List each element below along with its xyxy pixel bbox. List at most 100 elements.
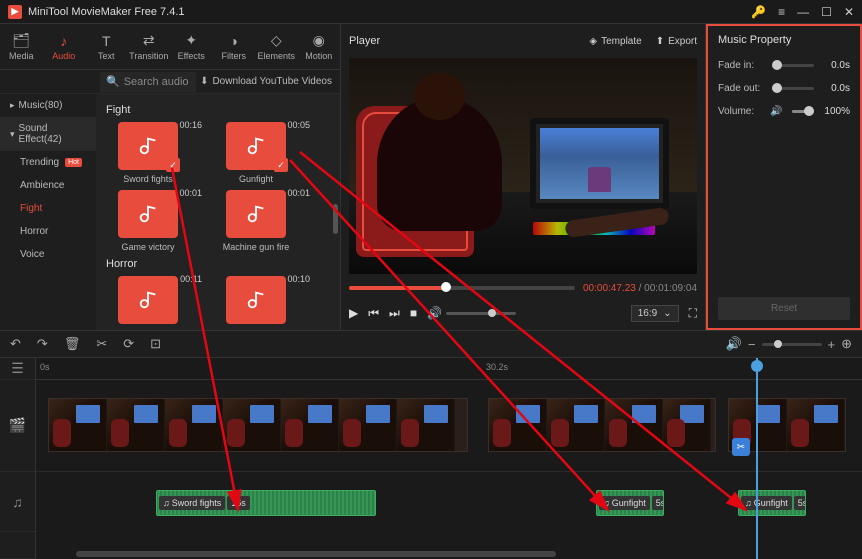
audio-clip[interactable]: ♫Gunfight5s (738, 490, 806, 516)
delete-button[interactable]: 🗑 (64, 336, 81, 352)
template-icon: ◈ (589, 36, 597, 47)
audio-card[interactable]: 00:11 (104, 276, 192, 328)
video-track-icon: 🎬 (0, 380, 35, 472)
export-button[interactable]: ⬆Export (656, 36, 697, 47)
download-youtube-link[interactable]: ⬇ Download YouTube Videos (200, 76, 340, 87)
app-title: MiniTool MovieMaker Free 7.4.1 (28, 6, 185, 18)
next-frame-button[interactable]: ⏭ (389, 306, 400, 321)
music-note-icon: ♫ (745, 498, 752, 508)
audio-thumb[interactable]: 00:10 (226, 276, 286, 324)
audio-card[interactable]: 00:01 Game victory (104, 190, 192, 252)
audio-card[interactable]: 00:10 (212, 276, 300, 328)
music-property-title: Music Property (718, 34, 850, 46)
audio-thumb[interactable]: 00:01 (118, 190, 178, 238)
volume-prop-slider[interactable] (792, 110, 814, 113)
zoom-out-button[interactable]: − (748, 337, 756, 352)
effects-icon: ✦ (185, 32, 197, 49)
zoom-fit-button[interactable]: ⊕ (841, 336, 852, 352)
lib-tab-effects[interactable]: ✦Effects (170, 24, 213, 69)
play-button[interactable]: ▶ (349, 306, 358, 320)
template-button[interactable]: ◈Template (589, 36, 641, 47)
video-clip[interactable]: 🔊 (488, 398, 716, 452)
audio-thumb[interactable]: 00:01 (226, 190, 286, 238)
reset-button[interactable]: Reset (718, 297, 850, 320)
undo-button[interactable]: ↶ (10, 336, 21, 352)
audio-thumb[interactable]: 00:16 ✓ (118, 122, 178, 170)
fade-out-slider[interactable] (772, 87, 814, 90)
fade-in-slider[interactable] (772, 64, 814, 67)
media-icon: 🗂 (12, 32, 30, 49)
lib-tab-motion[interactable]: ◉Motion (298, 24, 341, 69)
lib-tab-elements[interactable]: ◇Elements (255, 24, 298, 69)
player-label: Player (349, 35, 380, 47)
lib-tab-media[interactable]: 🗂Media (0, 24, 43, 69)
audio-track[interactable]: ♫Sword fights16s ♫Gunfight5s ♫Gunfight5s (36, 472, 862, 532)
check-icon: ✓ (166, 158, 180, 172)
sidebar-item-trending[interactable]: TrendingHot (0, 151, 96, 174)
audio-clip[interactable]: ♫Gunfight5s (596, 490, 664, 516)
seek-bar[interactable] (349, 286, 575, 290)
volume-icon[interactable]: 🔊 (427, 306, 442, 320)
prev-frame-button[interactable]: ⏮ (368, 306, 379, 321)
audio-card[interactable]: 00:01 Machine gun fire (212, 190, 300, 252)
key-icon[interactable]: 🔑 (751, 5, 766, 19)
maximize-button[interactable]: ☐ (821, 5, 832, 19)
audio-icon: ♪ (60, 33, 67, 49)
split-marker-icon[interactable]: ✂ (732, 438, 750, 456)
download-icon: ⬇ (200, 76, 208, 87)
zoom-slider[interactable] (762, 343, 822, 346)
track-volume-icon[interactable]: 🔊 (726, 336, 742, 352)
sidebar-music[interactable]: ▸Music(80) (0, 94, 96, 117)
audio-card[interactable]: 00:05 ✓ Gunfight (212, 122, 300, 184)
section-fight-title: Fight (106, 104, 332, 116)
lib-tab-transition[interactable]: ⇄Transition (128, 24, 171, 69)
text-icon: T (102, 33, 111, 49)
sidebar-item-voice[interactable]: Voice (0, 243, 96, 266)
music-note-icon: ♫ (163, 498, 170, 508)
zoom-in-button[interactable]: + (828, 337, 836, 352)
audio-card[interactable]: 00:16 ✓ Sword fights (104, 122, 192, 184)
video-clip[interactable]: 🔊 (48, 398, 468, 452)
search-input[interactable]: 🔍 Search audio (100, 72, 196, 92)
library-scrollbar[interactable] (333, 204, 338, 234)
audio-track-icon: ♫ (0, 472, 35, 532)
app-logo: ▶ (8, 5, 22, 19)
time-display: 00:00:47.23 / 00:01:09:04 (583, 283, 697, 294)
music-note-icon: ♫ (603, 498, 610, 508)
check-icon: ✓ (274, 158, 288, 172)
motion-icon: ◉ (313, 32, 325, 49)
timeline-ruler[interactable]: 0s 30.2s (36, 358, 862, 380)
volume-prop-icon: 🔊 (770, 106, 782, 117)
minimize-button[interactable]: — (797, 5, 809, 19)
volume-slider[interactable] (446, 312, 516, 315)
lib-tab-text[interactable]: TText (85, 24, 128, 69)
menu-icon[interactable]: ≡ (778, 5, 785, 19)
close-button[interactable]: ✕ (844, 5, 854, 19)
section-horror-title: Horror (106, 258, 332, 270)
lib-tab-audio[interactable]: ♪Audio (43, 24, 86, 69)
search-icon: 🔍 (106, 75, 120, 88)
audio-clip[interactable]: ♫Sword fights16s (156, 490, 376, 516)
chevron-down-icon: ⌄ (663, 308, 671, 319)
audio-thumb[interactable]: 00:11 (118, 276, 178, 324)
speed-button[interactable]: ⟳ (123, 336, 134, 352)
fullscreen-button[interactable]: ⛶ (689, 306, 697, 321)
playhead[interactable] (756, 358, 758, 559)
sidebar-item-fight[interactable]: Fight (0, 197, 96, 220)
sidebar-item-ambience[interactable]: Ambience (0, 174, 96, 197)
video-track[interactable]: 🔊 🔊 🔊 ✂ (36, 380, 862, 472)
lib-tab-filters[interactable]: ◑Filters (213, 24, 256, 69)
split-button[interactable]: ✂ (96, 336, 107, 352)
filters-icon: ◑ (230, 33, 238, 49)
audio-thumb[interactable]: 00:05 ✓ (226, 122, 286, 170)
timeline-options-button[interactable]: ☰ (0, 358, 35, 380)
crop-button[interactable]: ⊡ (150, 336, 161, 352)
sidebar-sound-effect[interactable]: ▾Sound Effect(42) (0, 117, 96, 151)
stop-button[interactable]: ■ (410, 306, 417, 320)
timeline-hscroll[interactable] (76, 551, 556, 557)
sidebar-item-horror[interactable]: Horror (0, 220, 96, 243)
redo-button[interactable]: ↷ (37, 336, 48, 352)
export-icon: ⬆ (656, 36, 664, 47)
aspect-select[interactable]: 16:9⌄ (631, 305, 679, 322)
preview-viewport[interactable] (349, 58, 697, 274)
